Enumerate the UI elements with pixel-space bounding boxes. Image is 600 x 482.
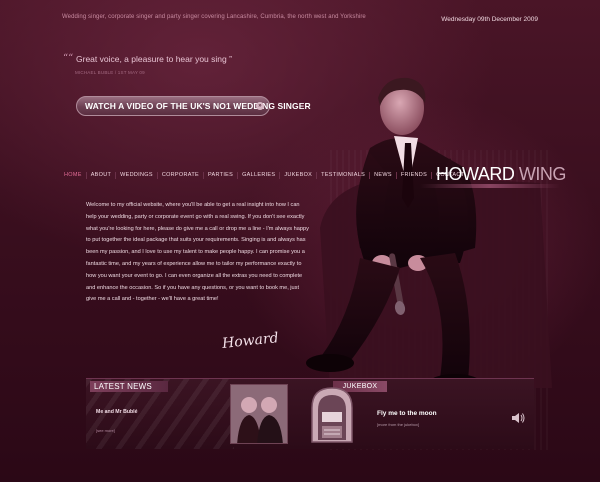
- brand-logo: HOWARD WING: [436, 164, 566, 185]
- jukebox-more-link[interactable]: [more from the jukebox]: [377, 422, 419, 427]
- signature: Howard: [221, 330, 280, 352]
- brand-underline: [420, 184, 560, 188]
- jukebox-icon[interactable]: [302, 386, 362, 444]
- news-photo-image: [231, 385, 287, 443]
- nav-galleries[interactable]: GALLERIES: [237, 171, 279, 179]
- testimonial-source: MICHAEL BUBLE / 1ST MAY 09: [75, 70, 145, 75]
- latest-news-heading: LATEST NEWS: [90, 381, 168, 392]
- welcome-text: Welcome to my official website, where yo…: [86, 202, 309, 303]
- quote-mark-icon: ““: [63, 53, 74, 64]
- nav-testimonials[interactable]: TESTIMONIALS: [316, 171, 369, 179]
- howard-wing-photo: [306, 77, 552, 392]
- nav-news[interactable]: NEWS: [369, 171, 396, 179]
- nav-about[interactable]: ABOUT: [85, 171, 115, 179]
- nav-home[interactable]: HOME: [60, 172, 86, 179]
- arrow-icon: »: [256, 102, 264, 110]
- news-item-title[interactable]: Me and Mr Bublé: [96, 409, 138, 415]
- nav-friends[interactable]: FRIENDS: [395, 171, 431, 179]
- nav-jukebox[interactable]: JUKEBOX: [279, 171, 316, 179]
- page: Wedding singer, corporate singer and par…: [0, 0, 600, 482]
- watch-video-button[interactable]: WATCH A VIDEO OF THE UK'S NO1 WEDDING SI…: [76, 96, 311, 116]
- brand-first-name: HOWARD: [436, 164, 515, 184]
- nav-corporate[interactable]: CORPORATE: [156, 171, 203, 179]
- speaker-icon[interactable]: [511, 412, 525, 424]
- nav-weddings[interactable]: WEDDINGS: [115, 171, 157, 179]
- current-date: Wednesday 09th December 2009: [441, 16, 538, 23]
- nav-parties[interactable]: PARTIES: [202, 171, 237, 179]
- site-tagline: Wedding singer, corporate singer and par…: [62, 14, 366, 20]
- watch-video-label: WATCH A VIDEO OF THE UK'S NO1 WEDDING SI…: [85, 101, 311, 111]
- news-see-more-link[interactable]: [see more]: [96, 428, 115, 433]
- main-navigation: HOME ABOUT WEDDINGS CORPORATE PARTIES GA…: [60, 170, 468, 180]
- brand-last-name: WING: [518, 164, 567, 184]
- testimonial-quote: Great voice, a pleasure to hear you sing…: [76, 54, 232, 64]
- news-photo[interactable]: [230, 384, 288, 444]
- jukebox-song-title[interactable]: Fly me to the moon: [377, 410, 437, 417]
